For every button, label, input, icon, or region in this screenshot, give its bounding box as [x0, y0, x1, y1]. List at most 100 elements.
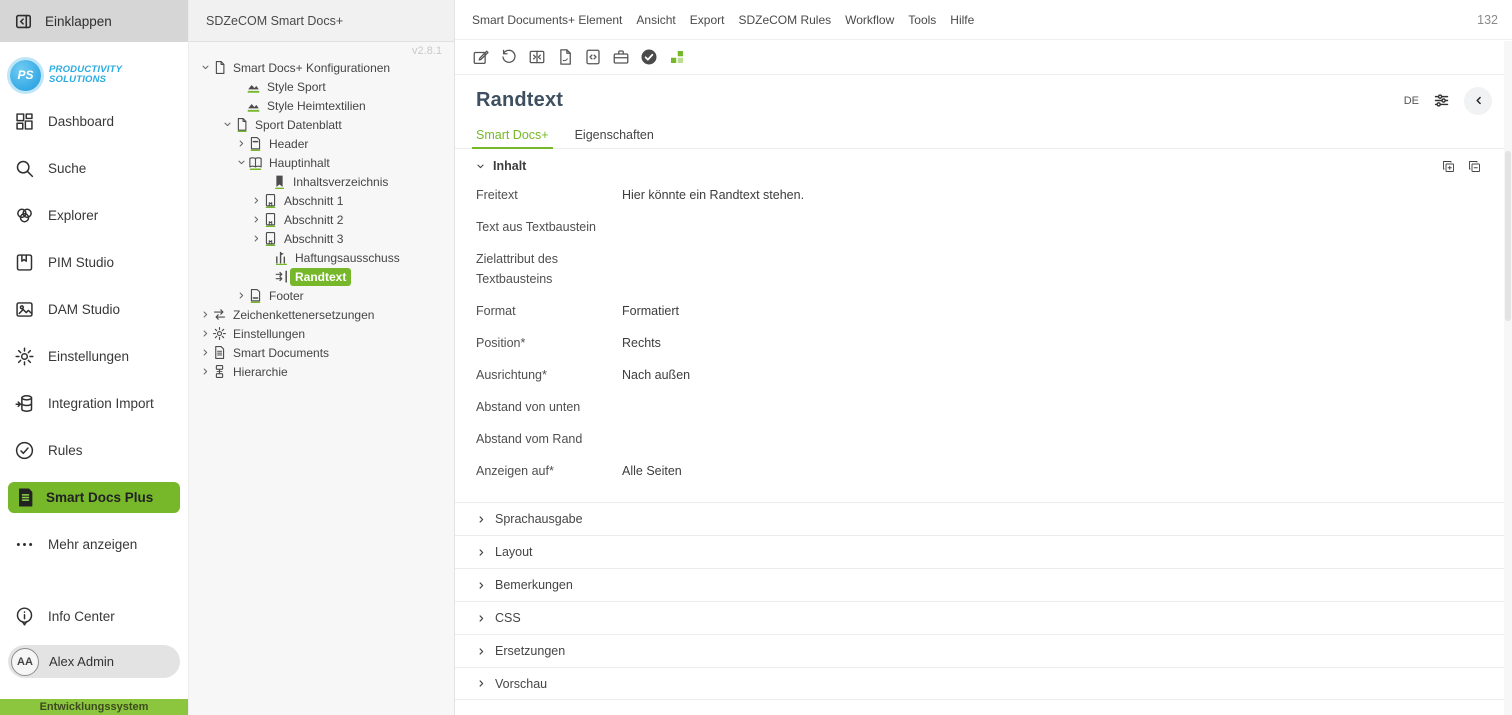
chevron-down-icon[interactable] [199, 62, 212, 73]
chevron-right-icon[interactable] [250, 233, 263, 244]
tree-item-abschnitt-2[interactable]: Abschnitt 2 [189, 210, 454, 229]
field-row-abstand-vom-rand[interactable]: Abstand vom Rand [455, 429, 1512, 449]
user-menu[interactable]: AA Alex Admin [8, 645, 180, 678]
scrollbar[interactable] [1504, 41, 1512, 715]
expand-all-icon[interactable] [1441, 159, 1456, 174]
chevron-down-icon[interactable] [235, 157, 248, 168]
menu-item-sdzecom-rules[interactable]: SDZeCOM Rules [738, 13, 831, 27]
menu-item-hilfe[interactable]: Hilfe [950, 13, 974, 27]
sliders-icon[interactable] [1433, 92, 1450, 109]
tree-expander[interactable] [233, 100, 246, 111]
sidebar-item-integration-import[interactable]: Integration Import [0, 380, 188, 427]
toolbar-button-check-circle-filled-icon[interactable] [640, 48, 658, 66]
sidebar-item-explorer[interactable]: Explorer [0, 192, 188, 239]
section-title: Ersetzungen [495, 644, 565, 658]
section-header-inhalt[interactable]: Inhalt [455, 149, 1512, 183]
sidebar-item-smart-docs-plus[interactable]: Smart Docs Plus [8, 482, 180, 513]
scrollbar-thumb[interactable] [1505, 151, 1511, 321]
field-value[interactable]: Rechts [622, 333, 661, 353]
sidebar-item-info-center[interactable]: Info Center [0, 593, 188, 640]
tree-item-smart-documents[interactable]: Smart Documents [189, 343, 454, 362]
app-logo[interactable]: PS PRODUCTIVITY SOLUTIONS [10, 54, 188, 96]
tree-expander[interactable] [261, 252, 274, 263]
chevron-down-icon[interactable] [221, 119, 234, 130]
toolbar-button-pdf-export-icon[interactable] [556, 48, 574, 66]
field-row-abstand-von-unten[interactable]: Abstand von unten [455, 397, 1512, 417]
sidebar-item-label: Explorer [48, 208, 98, 223]
chevron-right-icon[interactable] [250, 195, 263, 206]
sidebar-item-pim-studio[interactable]: PIM Studio [0, 239, 188, 286]
chevron-right-icon[interactable] [199, 366, 212, 377]
field-row-format[interactable]: Format Formatiert [455, 301, 1512, 321]
chevron-right-icon[interactable] [235, 138, 248, 149]
tree-item-inhaltsverzeichnis[interactable]: Inhaltsverzeichnis [189, 172, 454, 191]
toolbar-button-page-preview-icon[interactable] [528, 48, 546, 66]
field-value[interactable]: Hier könnte ein Randtext stehen. [622, 185, 804, 205]
field-row-ausrichtung[interactable]: Ausrichtung* Nach außen [455, 365, 1512, 385]
field-value[interactable]: Alle Seiten [622, 461, 682, 481]
field-row-text-aus-textbaustein[interactable]: Text aus Textbaustein [455, 217, 1512, 237]
toolbar-button-structure-icon[interactable] [668, 48, 686, 66]
menu-item-tools[interactable]: Tools [908, 13, 936, 27]
sidebar-item-suche[interactable]: Suche [0, 145, 188, 192]
sidebar-item-dam-studio[interactable]: DAM Studio [0, 286, 188, 333]
tree-item-einstellungen[interactable]: Einstellungen [189, 324, 454, 343]
tree-item-hierarchie[interactable]: Hierarchie [189, 362, 454, 381]
config-tree: Smart Docs+ Konfigurationen Style Sport … [189, 58, 454, 381]
section-header-sprachausgabe[interactable]: Sprachausgabe [455, 502, 1512, 535]
tree-item-hauptinhalt[interactable]: Hauptinhalt [189, 153, 454, 172]
section-header-ersetzungen[interactable]: Ersetzungen [455, 634, 1512, 667]
chevron-right-icon[interactable] [250, 214, 263, 225]
field-row-freitext[interactable]: Freitext Hier könnte ein Randtext stehen… [455, 185, 1512, 205]
menu-item-ansicht[interactable]: Ansicht [636, 13, 675, 27]
sidebar-item-rules[interactable]: Rules [0, 427, 188, 474]
menu-item-export[interactable]: Export [690, 13, 725, 27]
tree-item-style-sport[interactable]: Style Sport [189, 77, 454, 96]
sidebar-item-mehr-anzeigen[interactable]: Mehr anzeigen [0, 521, 188, 568]
tree-item-style-heimtextilien[interactable]: Style Heimtextilien [189, 96, 454, 115]
language-indicator[interactable]: DE [1404, 95, 1419, 107]
logo-text: PRODUCTIVITY SOLUTIONS [49, 65, 122, 86]
collapse-detail-button[interactable] [1464, 87, 1492, 115]
sidebar-item-einstellungen[interactable]: Einstellungen [0, 333, 188, 380]
tree-item-zeichenkettenersetzungen[interactable]: Zeichenkettenersetzungen [189, 305, 454, 324]
section-header-vorschau[interactable]: Vorschau [455, 667, 1512, 700]
section-header-bemerkungen[interactable]: Bemerkungen [455, 568, 1512, 601]
tree-item-randtext[interactable]: Randtext [189, 267, 454, 286]
field-row-anzeigen-auf[interactable]: Anzeigen auf* Alle Seiten [455, 461, 1512, 481]
tree-item-footer[interactable]: Footer [189, 286, 454, 305]
collapse-sidebar-button[interactable]: Einklappen [0, 0, 188, 42]
chevron-right-icon[interactable] [199, 309, 212, 320]
section-header-css[interactable]: CSS [455, 601, 1512, 634]
tree-item-abschnitt-3[interactable]: Abschnitt 3 [189, 229, 454, 248]
sidebar-item-label: Suche [48, 161, 86, 176]
field-value[interactable]: Nach außen [622, 365, 690, 385]
tree-expander[interactable] [259, 176, 272, 187]
sidebar-item-dashboard[interactable]: Dashboard [0, 98, 188, 145]
toolbar-button-refresh-icon[interactable] [500, 48, 518, 66]
chevron-right-icon[interactable] [199, 347, 212, 358]
menu-item-workflow[interactable]: Workflow [845, 13, 894, 27]
field-value[interactable]: Formatiert [622, 301, 679, 321]
section-header-layout[interactable]: Layout [455, 535, 1512, 568]
toolbar-button-code-file-icon[interactable] [584, 48, 602, 66]
tree-item-header[interactable]: Header [189, 134, 454, 153]
toolbar-button-briefcase-icon[interactable] [612, 48, 630, 66]
collapse-icon [14, 12, 33, 31]
tree-expander[interactable] [233, 81, 246, 92]
field-row-position[interactable]: Position* Rechts [455, 333, 1512, 353]
tree-item-smart-docsplus-konfigurationen[interactable]: Smart Docs+ Konfigurationen [189, 58, 454, 77]
tab-eigenschaften[interactable]: Eigenschaften [573, 122, 656, 148]
menu-item-smart-documentsplus-element[interactable]: Smart Documents+ Element [472, 13, 622, 27]
toolbar-button-edit-icon[interactable] [472, 48, 490, 66]
tree-item-sport-datenblatt[interactable]: Sport Datenblatt [189, 115, 454, 134]
field-label: Zielattribut des Textbausteins [476, 249, 622, 289]
tree-item-abschnitt-1[interactable]: Abschnitt 1 [189, 191, 454, 210]
chevron-right-icon[interactable] [199, 328, 212, 339]
tree-item-haftungsausschuss[interactable]: Haftungsausschuss [189, 248, 454, 267]
tab-smart-docsplus[interactable]: Smart Docs+ [474, 122, 551, 148]
chevron-right-icon[interactable] [235, 290, 248, 301]
collapse-all-icon[interactable] [1467, 159, 1482, 174]
field-row-zielattribut-des-textbausteins[interactable]: Zielattribut des Textbausteins [455, 249, 1512, 289]
tree-expander[interactable] [261, 271, 274, 282]
